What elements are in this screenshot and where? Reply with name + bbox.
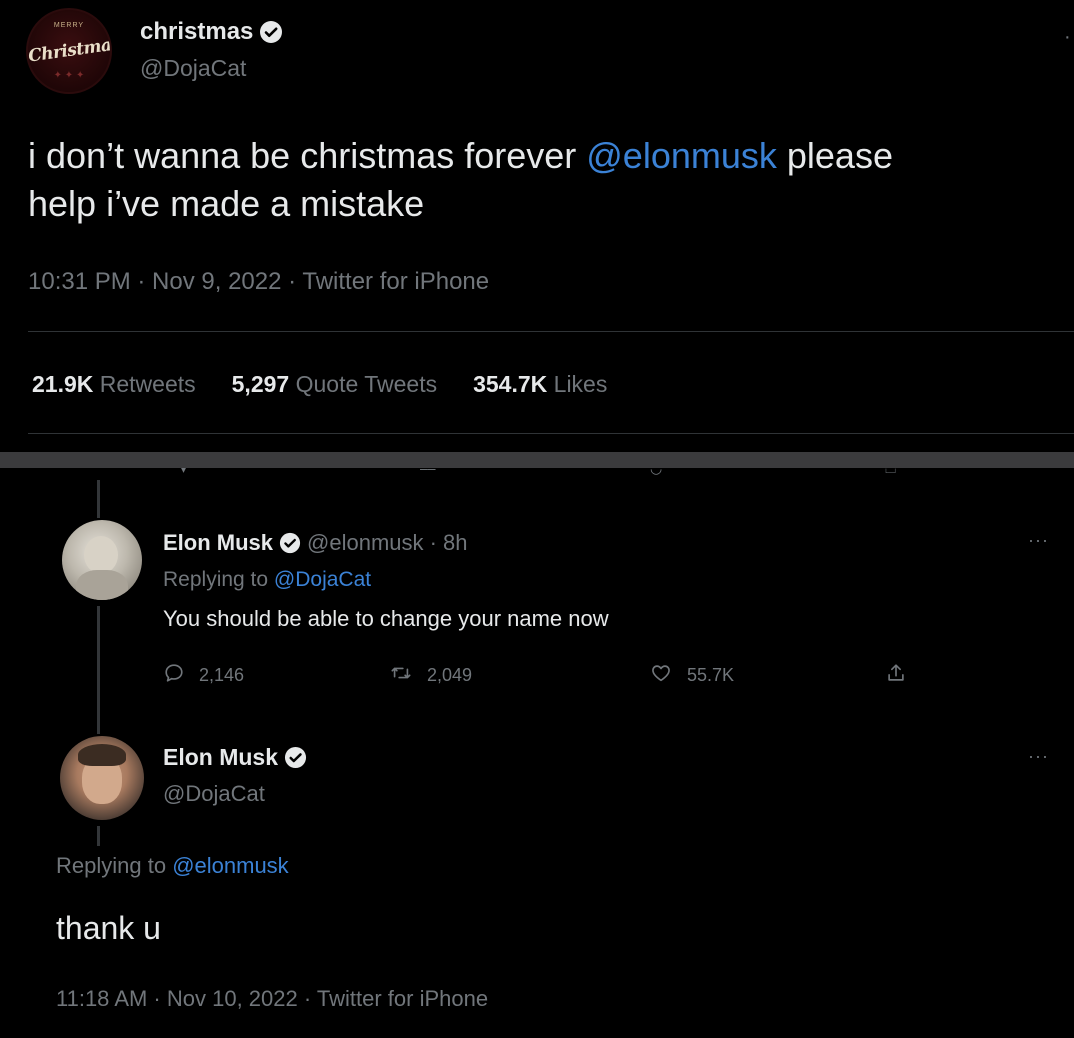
more-icon[interactable]: ··· <box>1028 746 1049 767</box>
tweet-stats: 21.9K Retweets 5,297 Quote Tweets 354.7K… <box>32 371 607 398</box>
retweet-count: 2,049 <box>427 665 473 685</box>
dojacat-avatar[interactable] <box>60 736 144 820</box>
quotes-label: Quote Tweets <box>295 371 438 397</box>
likes-label: Likes <box>553 371 608 397</box>
retweets-stat[interactable]: 21.9K Retweets <box>32 371 196 398</box>
reply1-author-name[interactable]: Elon Musk <box>163 530 273 556</box>
cropped-glyph: ▾ <box>180 468 188 476</box>
author-name-row[interactable]: christmas <box>140 18 283 46</box>
replying-handle-link[interactable]: @elonmusk <box>172 853 289 878</box>
replying-prefix: Replying to <box>56 853 173 878</box>
cropped-glyph: –– <box>420 468 436 476</box>
author-handle[interactable]: @DojaCat <box>140 55 246 82</box>
cropped-glyph: ⌴ <box>885 468 897 476</box>
mention-link[interactable]: @elonmusk <box>586 135 777 176</box>
likes-stat[interactable]: 354.7K Likes <box>473 371 607 398</box>
retweet-icon <box>389 662 413 689</box>
quotes-count: 5,297 <box>231 371 290 397</box>
like-icon <box>649 662 673 689</box>
christmas-avatar[interactable]: MERRY Christmas ✦ ✦ ✦ <box>26 8 112 94</box>
avatar-body <box>76 570 128 600</box>
avatar-small-lettering: MERRY <box>53 22 85 29</box>
cropped-glyph: ◡ <box>650 468 663 476</box>
verified-badge-icon <box>259 20 283 44</box>
tweet-screenshot: MERRY Christmas ✦ ✦ ✦ christmas @DojaCat… <box>0 0 1074 1038</box>
divider <box>28 433 1074 434</box>
reply-icon <box>163 662 185 689</box>
reply2-author-name[interactable]: Elon Musk <box>163 744 278 771</box>
share-button[interactable] <box>885 662 907 689</box>
replying-prefix: Replying to <box>163 568 274 591</box>
retweets-label: Retweets <box>99 371 196 397</box>
reply2-replying-to: Replying to @elonmusk <box>56 853 289 879</box>
tweet-text-part1: i don’t wanna be christmas forever <box>28 135 587 176</box>
reply-button[interactable]: 2,146 <box>163 662 244 689</box>
retweet-button[interactable]: 2,049 <box>389 662 472 689</box>
likes-count: 354.7K <box>473 371 548 397</box>
tweet-text-line2: help i’ve made a mistake <box>28 183 425 224</box>
reply-count: 2,146 <box>199 665 245 685</box>
author-display-name[interactable]: christmas <box>140 18 253 46</box>
reply1-actions: 2,146 2,049 55.7K <box>163 662 923 694</box>
reply2-handle[interactable]: @DojaCat <box>163 781 265 807</box>
verified-badge-icon <box>284 746 307 769</box>
replying-handle-link[interactable]: @DojaCat <box>274 568 371 591</box>
quotes-stat[interactable]: 5,297 Quote Tweets <box>232 371 437 398</box>
avatar-ornament: ✦ ✦ ✦ <box>53 70 85 81</box>
more-icon[interactable]: · <box>1064 26 1071 49</box>
share-icon <box>885 662 907 689</box>
avatar-face <box>84 536 118 574</box>
more-icon[interactable]: ··· <box>1028 530 1049 551</box>
tweet-text-part2: please <box>776 135 893 176</box>
like-count: 55.7K <box>687 665 735 685</box>
verified-badge-icon <box>279 532 301 554</box>
thread-connector <box>97 480 100 518</box>
reply2-text: thank u <box>56 910 161 946</box>
reply1-replying-to: Replying to @DojaCat <box>163 568 371 592</box>
avatar-hair <box>78 744 126 766</box>
elonmusk-avatar[interactable] <box>62 520 142 600</box>
screenshot-seam <box>0 452 1074 468</box>
reply2-author-row: Elon Musk <box>163 744 307 771</box>
thread-connector <box>97 826 100 846</box>
retweets-count: 21.9K <box>32 371 94 397</box>
divider <box>28 331 1074 332</box>
avatar-lettering: Christmas <box>27 33 112 67</box>
reply1-text: You should be able to change your name n… <box>163 606 609 631</box>
like-button[interactable]: 55.7K <box>649 662 734 689</box>
thread-connector <box>97 606 100 734</box>
tweet-timestamp[interactable]: 10:31 PM · Nov 9, 2022 · Twitter for iPh… <box>28 268 489 296</box>
reply1-handle-time[interactable]: @elonmusk · 8h <box>307 530 468 556</box>
cropped-action-row: ▾ –– ◡ ⌴ <box>0 468 1074 480</box>
tweet-body: i don’t wanna be christmas forever @elon… <box>28 132 1074 228</box>
reply1-header: Elon Musk @elonmusk · 8h <box>163 530 468 556</box>
reply2-timestamp[interactable]: 11:18 AM · Nov 10, 2022 · Twitter for iP… <box>56 986 488 1012</box>
